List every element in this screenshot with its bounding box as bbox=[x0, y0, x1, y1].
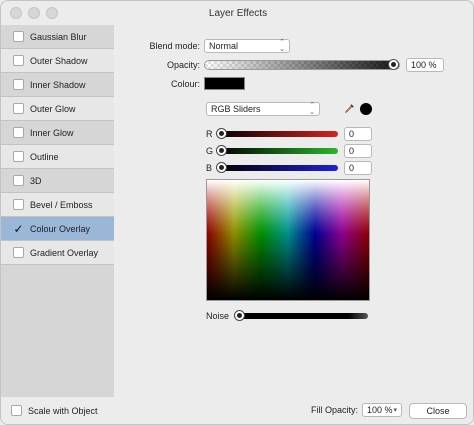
colour-swatch[interactable] bbox=[204, 77, 245, 90]
sidebar-item-outer-glow[interactable]: Outer Glow bbox=[1, 97, 114, 121]
outer-glow-checkbox[interactable] bbox=[13, 103, 24, 114]
red-value-field[interactable]: 0 bbox=[344, 127, 372, 141]
colour-row: Colour: bbox=[114, 77, 245, 90]
gaussian-blur-checkbox[interactable] bbox=[13, 31, 24, 42]
sidebar-item-bevel-emboss[interactable]: Bevel / Emboss bbox=[1, 193, 114, 217]
sidebar-item-gaussian-blur[interactable]: Gaussian Blur bbox=[1, 25, 114, 49]
sidebar-item-inner-shadow[interactable]: Inner Shadow bbox=[1, 73, 114, 97]
dialog-footer: Scale with Object Fill Opacity: 100 % ▾ … bbox=[1, 397, 473, 424]
sidebar-item-3d[interactable]: 3D bbox=[1, 169, 114, 193]
blue-slider-row: B 0 bbox=[206, 161, 372, 175]
opacity-slider[interactable] bbox=[204, 59, 400, 70]
fill-opacity-value: 100 % bbox=[367, 405, 393, 415]
opacity-row: Opacity: 100 % bbox=[114, 58, 444, 72]
sidebar-item-label: Outline bbox=[30, 151, 59, 162]
sidebar-item-label: Colour Overlay bbox=[30, 223, 91, 234]
fill-opacity-select[interactable]: 100 % ▾ bbox=[362, 403, 403, 417]
green-slider-thumb[interactable] bbox=[216, 145, 227, 156]
sidebar-item-label: Inner Shadow bbox=[30, 79, 86, 90]
red-slider-thumb[interactable] bbox=[216, 128, 227, 139]
green-value-field[interactable]: 0 bbox=[344, 144, 372, 158]
opacity-field[interactable]: 100 % bbox=[406, 58, 444, 72]
blue-label: B bbox=[206, 163, 213, 173]
green-label: G bbox=[206, 146, 214, 156]
red-label: R bbox=[206, 129, 213, 139]
3d-checkbox[interactable] bbox=[13, 175, 24, 186]
blend-mode-select[interactable]: Normal ⌃ ⌄ bbox=[204, 39, 290, 53]
opacity-label: Opacity: bbox=[166, 60, 200, 70]
gradient-overlay-checkbox[interactable] bbox=[13, 247, 24, 258]
noise-slider-thumb[interactable] bbox=[234, 310, 245, 321]
current-colour-dot bbox=[360, 103, 372, 115]
green-slider-row: G 0 bbox=[206, 144, 372, 158]
blend-mode-value: Normal bbox=[209, 41, 239, 51]
scale-with-object-label: Scale with Object bbox=[28, 405, 98, 416]
minimize-window-button[interactable] bbox=[28, 7, 40, 19]
colour-spectrum-picker[interactable] bbox=[206, 179, 370, 301]
sidebar-item-label: Outer Shadow bbox=[30, 55, 88, 66]
blend-mode-row: Blend mode: Normal ⌃ ⌄ bbox=[114, 39, 290, 53]
blue-slider[interactable] bbox=[216, 162, 338, 173]
layer-effects-window: Layer Effects Gaussian Blur Outer Shadow… bbox=[0, 0, 474, 425]
colour-overlay-checkbox[interactable]: ✓ bbox=[13, 223, 24, 235]
close-window-button[interactable] bbox=[10, 7, 22, 19]
updown-chevron-icon: ⌃ ⌄ bbox=[279, 39, 285, 53]
effects-sidebar: Gaussian Blur Outer Shadow Inner Shadow … bbox=[1, 25, 114, 397]
sidebar-item-label: Gradient Overlay bbox=[30, 247, 99, 258]
sidebar-item-inner-glow[interactable]: Inner Glow bbox=[1, 121, 114, 145]
title-bar: Layer Effects bbox=[1, 1, 473, 25]
red-slider-row: R 0 bbox=[206, 127, 372, 141]
close-button[interactable]: Close bbox=[409, 403, 467, 419]
noise-label: Noise bbox=[206, 311, 230, 321]
inner-shadow-checkbox[interactable] bbox=[13, 79, 24, 90]
colour-label: Colour: bbox=[170, 78, 200, 89]
sidebar-item-label: Inner Glow bbox=[30, 127, 74, 138]
eyedropper-icon[interactable] bbox=[342, 102, 356, 116]
zoom-window-button[interactable] bbox=[46, 7, 58, 19]
effect-settings-panel: Blend mode: Normal ⌃ ⌄ Opacity: 100 % Col… bbox=[114, 25, 473, 397]
inner-glow-checkbox[interactable] bbox=[13, 127, 24, 138]
green-slider[interactable] bbox=[216, 145, 338, 156]
sidebar-item-outline[interactable]: Outline bbox=[1, 145, 114, 169]
colour-mode-value: RGB Sliders bbox=[211, 104, 261, 114]
fill-opacity-row: Fill Opacity: 100 % ▾ bbox=[311, 403, 403, 417]
blue-slider-thumb[interactable] bbox=[216, 162, 227, 173]
sidebar-item-label: Outer Glow bbox=[30, 103, 76, 114]
sidebar-item-gradient-overlay[interactable]: Gradient Overlay bbox=[1, 241, 114, 265]
fill-opacity-label: Fill Opacity: bbox=[311, 405, 359, 415]
chevron-down-icon: ▾ bbox=[393, 406, 398, 414]
sidebar-item-outer-shadow[interactable]: Outer Shadow bbox=[1, 49, 114, 73]
bevel-emboss-checkbox[interactable] bbox=[13, 199, 24, 210]
opacity-slider-thumb[interactable] bbox=[388, 59, 399, 70]
outline-checkbox[interactable] bbox=[13, 151, 24, 162]
blue-value-field[interactable]: 0 bbox=[344, 161, 372, 175]
noise-slider[interactable] bbox=[234, 310, 368, 321]
scale-with-object-row: Scale with Object bbox=[11, 405, 98, 416]
sidebar-item-label: Bevel / Emboss bbox=[30, 199, 93, 210]
sidebar-item-label: 3D bbox=[30, 175, 42, 186]
updown-chevron-icon: ⌃ ⌄ bbox=[309, 102, 315, 116]
colour-mode-select[interactable]: RGB Sliders ⌃ ⌄ bbox=[206, 102, 320, 116]
scale-with-object-checkbox[interactable] bbox=[11, 405, 22, 416]
noise-row: Noise bbox=[206, 310, 368, 321]
colour-mode-row: RGB Sliders ⌃ ⌄ bbox=[206, 102, 372, 116]
outer-shadow-checkbox[interactable] bbox=[13, 55, 24, 66]
sidebar-item-colour-overlay[interactable]: ✓ Colour Overlay bbox=[1, 217, 114, 241]
sidebar-item-label: Gaussian Blur bbox=[30, 31, 87, 42]
red-slider[interactable] bbox=[216, 128, 338, 139]
window-controls bbox=[10, 7, 58, 19]
window-title: Layer Effects bbox=[208, 7, 268, 19]
blend-mode-label: Blend mode: bbox=[149, 41, 200, 51]
